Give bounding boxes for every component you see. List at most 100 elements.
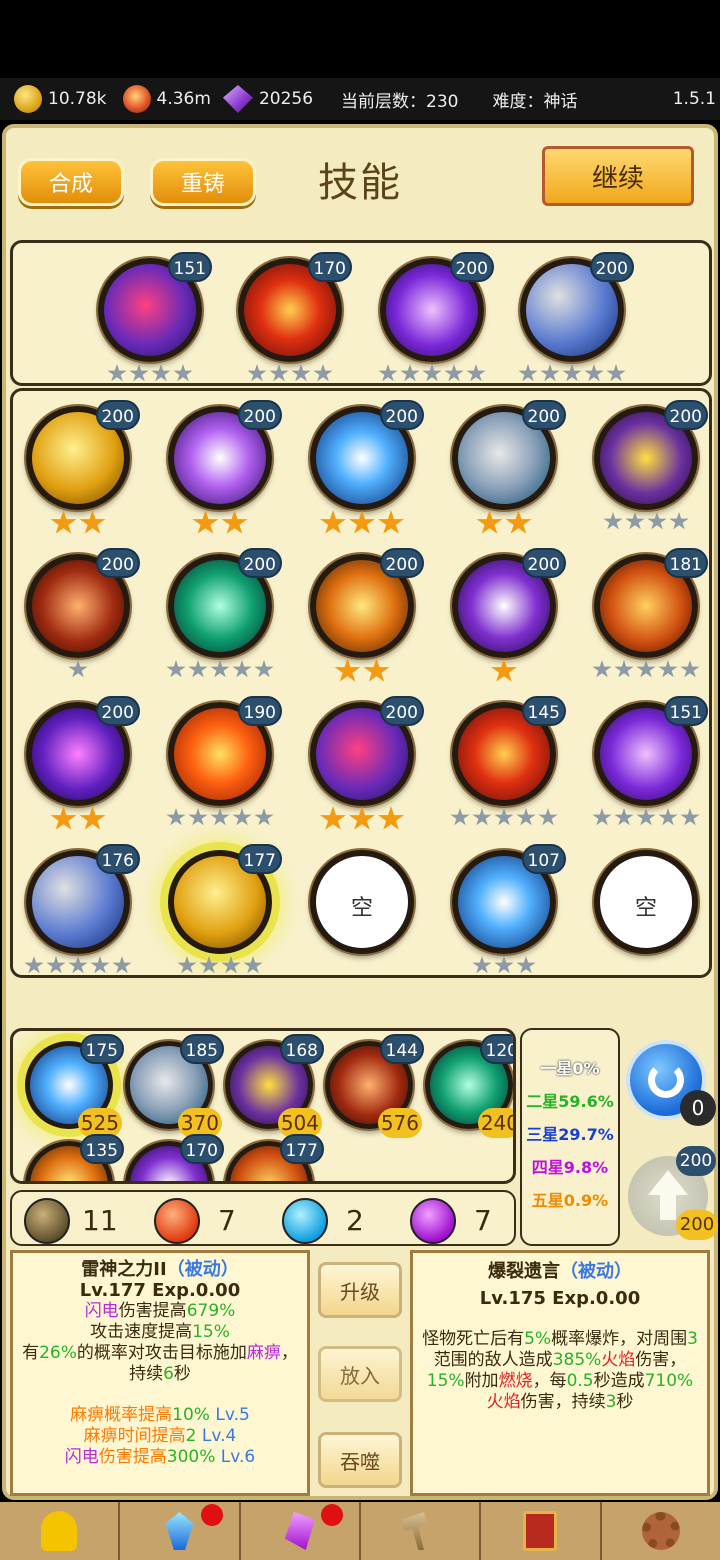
nav-book[interactable] bbox=[481, 1502, 602, 1560]
upgrade-button[interactable]: 升级 bbox=[318, 1262, 402, 1318]
skill-level-badge: 200 bbox=[379, 696, 424, 726]
skill-level-badge: 200 bbox=[379, 548, 424, 578]
value: 15% bbox=[192, 1322, 230, 1342]
star-icon bbox=[243, 956, 263, 974]
star-icon bbox=[472, 808, 492, 826]
skill-level-badge: 200 bbox=[589, 252, 634, 282]
skill-slot[interactable]: 190 bbox=[168, 696, 282, 806]
upgrade-badge-cost: 200 bbox=[676, 1210, 718, 1240]
reforge-button[interactable]: 重铸 bbox=[150, 158, 256, 206]
skill-slot[interactable]: 200 bbox=[168, 400, 282, 510]
text: 伤害，持续 bbox=[520, 1392, 606, 1412]
skill-name: 雷神之力II bbox=[81, 1259, 167, 1280]
fire-term: 火焰 bbox=[601, 1350, 636, 1370]
star-rating bbox=[581, 808, 711, 827]
lightning-term: 闪电 bbox=[84, 1301, 119, 1321]
skill-slot[interactable]: 176 bbox=[26, 844, 140, 954]
skill-slot[interactable]: 200 bbox=[26, 696, 140, 806]
value: 26% bbox=[39, 1343, 77, 1363]
version: 1.5.1 bbox=[672, 89, 716, 109]
star-icon bbox=[349, 510, 375, 534]
skill-slot[interactable]: 200 bbox=[310, 400, 424, 510]
star-icon bbox=[166, 808, 186, 826]
place-button[interactable]: 放入 bbox=[318, 1346, 402, 1402]
value: 385% bbox=[552, 1350, 602, 1370]
skill-level-badge: 107 bbox=[521, 844, 566, 874]
skill-level-badge: 200 bbox=[237, 400, 282, 430]
skill-slot[interactable]: 200 bbox=[310, 696, 424, 806]
inventory-skill-slot[interactable]: 120 240 bbox=[425, 1034, 513, 1138]
bonus-text: 麻痹时间提高 bbox=[83, 1426, 186, 1446]
inventory-skill-slot[interactable]: 168 504 bbox=[225, 1034, 324, 1138]
empty-skill-slot[interactable]: 空 bbox=[310, 850, 414, 954]
compare-skill-info: 爆裂遗言（被动） Lv.175 Exp.0.00 怪物死亡后有5%概率爆炸，对周… bbox=[410, 1250, 710, 1496]
inventory-skill-slot[interactable]: 175 525 bbox=[25, 1034, 124, 1138]
value: 3 bbox=[605, 1392, 617, 1412]
star-icon bbox=[221, 956, 241, 974]
inventory-skill-slot[interactable]: 135 bbox=[25, 1134, 124, 1181]
bonus-text: 麻痹概率提高 bbox=[70, 1405, 173, 1425]
nav-runes[interactable] bbox=[241, 1502, 361, 1560]
star-icon bbox=[166, 660, 186, 678]
empty-skill-slot[interactable]: 空 bbox=[594, 850, 698, 954]
ice-essence-count: 2 bbox=[346, 1204, 364, 1237]
skill-level-badge: 181 bbox=[663, 548, 708, 578]
skill-slot[interactable]: 151 bbox=[594, 696, 708, 806]
nav-settings[interactable] bbox=[602, 1502, 720, 1560]
star-icon bbox=[647, 512, 667, 530]
star-icon bbox=[614, 808, 634, 826]
inventory-skill-slot[interactable]: 185 370 bbox=[125, 1034, 224, 1138]
text: 伤害提高 bbox=[118, 1301, 187, 1321]
devour-button[interactable]: 吞噬 bbox=[318, 1432, 402, 1488]
inventory-skill-slot[interactable]: 144 576 bbox=[325, 1034, 424, 1138]
skill-slot[interactable]: 200 bbox=[168, 548, 282, 658]
skill-slot[interactable]: 200 bbox=[26, 548, 140, 658]
skill-slot[interactable]: 107 bbox=[452, 844, 566, 954]
star-rating bbox=[85, 364, 215, 383]
inventory-box: 175 525 185 370 168 504 144 576 120 240 135 170 177 bbox=[10, 1028, 516, 1184]
equipped-skill-slot[interactable]: 200 bbox=[520, 252, 634, 362]
combine-button[interactable]: 合成 bbox=[18, 158, 124, 206]
star-icon bbox=[450, 808, 470, 826]
skill-slot[interactable]: 145 bbox=[452, 696, 566, 806]
star-icon bbox=[151, 364, 171, 382]
star-icon bbox=[334, 658, 361, 682]
skill-level-badge: 190 bbox=[237, 696, 282, 726]
notification-dot bbox=[320, 1504, 343, 1526]
nav-hero[interactable] bbox=[0, 1502, 121, 1560]
value: 3 bbox=[687, 1329, 698, 1349]
equipped-skill-slot[interactable]: 170 bbox=[238, 252, 352, 362]
nav-forge[interactable] bbox=[361, 1502, 482, 1560]
star-icon bbox=[636, 660, 656, 678]
continue-button[interactable]: 继续 bbox=[542, 146, 694, 206]
equipped-skill-slot[interactable]: 151 bbox=[98, 252, 212, 362]
skill-slot[interactable]: 200 bbox=[310, 548, 424, 658]
empty-slot-label: 空 bbox=[350, 896, 373, 921]
skill-slot[interactable]: 200 bbox=[26, 400, 140, 510]
bottom-nav bbox=[0, 1502, 720, 1560]
star-icon bbox=[90, 956, 110, 974]
skill-slot[interactable]: 200 bbox=[452, 400, 566, 510]
text: 怪物死亡后有 bbox=[422, 1329, 525, 1349]
star-rating bbox=[155, 510, 285, 536]
nav-gems[interactable] bbox=[120, 1502, 241, 1560]
equipped-skill-slot[interactable]: 200 bbox=[380, 252, 494, 362]
star-rating bbox=[507, 364, 637, 383]
skill-level-badge: 200 bbox=[379, 400, 424, 430]
coin-icon bbox=[14, 85, 42, 113]
star-icon bbox=[538, 808, 558, 826]
skill-slot[interactable]: 200 bbox=[594, 400, 708, 510]
skill-slot[interactable]: 177 bbox=[168, 844, 282, 954]
value: 2 bbox=[185, 1426, 197, 1446]
star-icon bbox=[606, 364, 626, 382]
star-icon bbox=[112, 956, 132, 974]
essence-bar: 11 7 2 7 bbox=[10, 1190, 516, 1246]
inventory-skill-slot[interactable]: 170 bbox=[125, 1134, 224, 1181]
star-rating bbox=[581, 660, 711, 679]
arcane-essence-icon bbox=[410, 1198, 456, 1244]
inventory-skill-slot[interactable]: 177 bbox=[225, 1134, 324, 1181]
prob-four-star: 四星9.8% bbox=[531, 1158, 609, 1177]
skill-slot[interactable]: 200 bbox=[452, 548, 566, 658]
skill-slot[interactable]: 181 bbox=[594, 548, 708, 658]
skill-level: Lv.175 Exp.0.00 bbox=[479, 1288, 641, 1309]
